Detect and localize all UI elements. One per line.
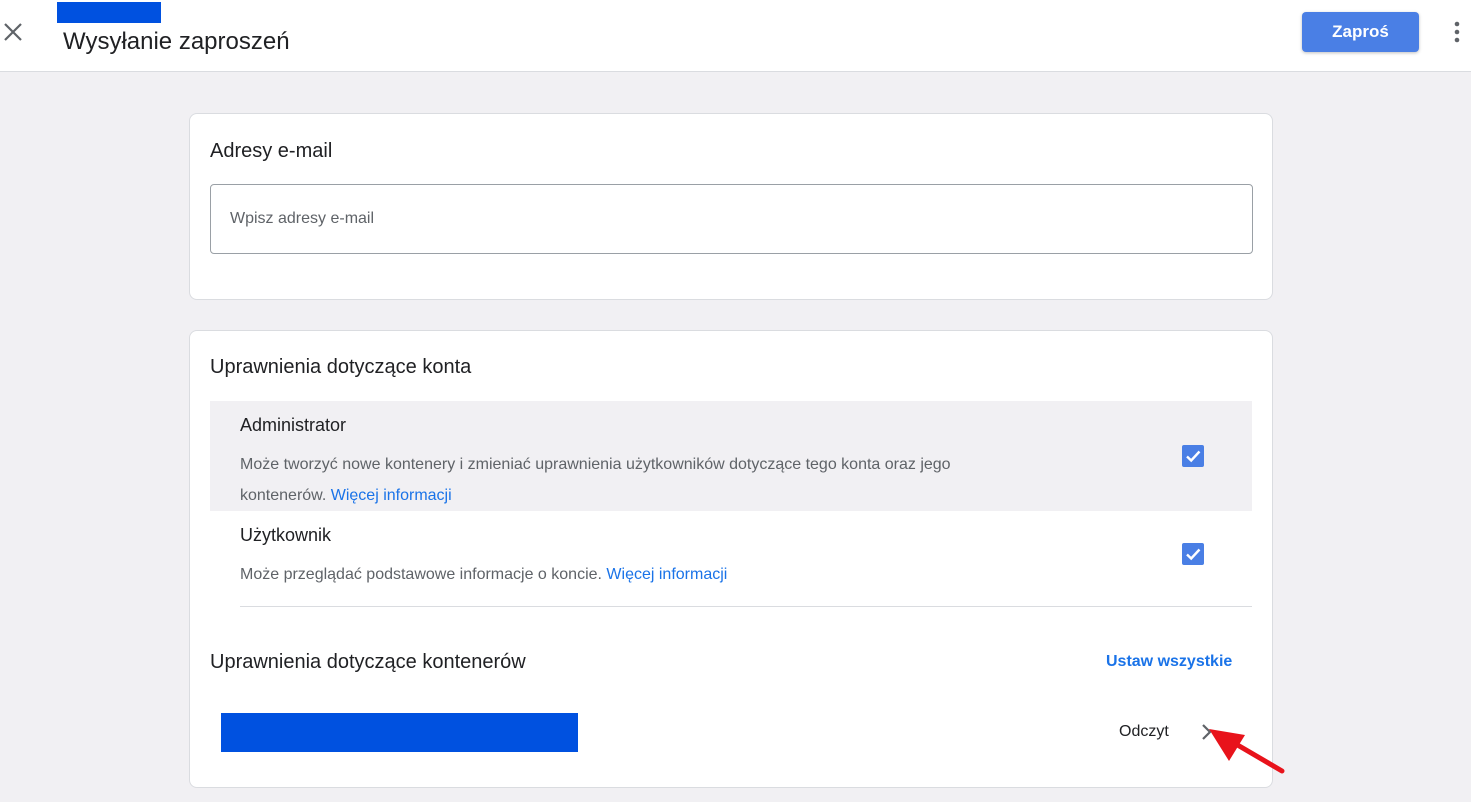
set-all-button[interactable]: Ustaw wszystkie <box>1106 653 1232 671</box>
role-description: Może tworzyć nowe kontenery i zmieniać u… <box>240 449 1020 511</box>
administrator-checkbox[interactable] <box>1182 445 1204 467</box>
role-name: Administrator <box>240 415 347 435</box>
learn-more-link[interactable]: Więcej informacji <box>331 487 452 504</box>
role-description-text: Może przeglądać podstawowe informacje o … <box>240 566 602 583</box>
more-options-button[interactable] <box>1450 20 1464 44</box>
role-description: Może przeglądać podstawowe informacje o … <box>240 559 1020 590</box>
redacted-account-name <box>57 2 161 23</box>
more-vert-icon <box>1454 21 1460 43</box>
email-section-title: Adresy e-mail <box>210 140 333 162</box>
email-input[interactable] <box>210 184 1253 254</box>
close-icon <box>4 23 22 41</box>
check-icon <box>1186 548 1201 561</box>
container-row[interactable]: Odczyt <box>210 701 1252 765</box>
account-permissions-title: Uprawnienia dotyczące konta <box>210 356 472 378</box>
divider <box>240 606 1252 607</box>
user-checkbox[interactable] <box>1182 543 1204 565</box>
email-card: Adresy e-mail <box>189 113 1273 300</box>
check-icon <box>1186 450 1201 463</box>
invite-button[interactable]: Zaproś <box>1302 12 1419 52</box>
redacted-container-name <box>221 713 578 752</box>
permissions-card: Uprawnienia dotyczące konta Administrato… <box>189 330 1273 788</box>
role-row-user: Użytkownik Może przeglądać podstawowe in… <box>210 511 1252 607</box>
container-permission-value: Odczyt <box>1119 723 1169 740</box>
top-app-bar: Wysyłanie zaproszeń Zaproś <box>0 0 1471 72</box>
close-button[interactable] <box>3 22 23 42</box>
annotation-arrow <box>1209 729 1285 774</box>
role-row-administrator: Administrator Może tworzyć nowe kontener… <box>210 401 1252 511</box>
role-name: Użytkownik <box>240 525 332 545</box>
container-permissions-title: Uprawnienia dotyczące kontenerów <box>210 651 526 673</box>
page-title: Wysyłanie zaproszeń <box>63 28 290 55</box>
learn-more-link[interactable]: Więcej informacji <box>606 566 727 583</box>
